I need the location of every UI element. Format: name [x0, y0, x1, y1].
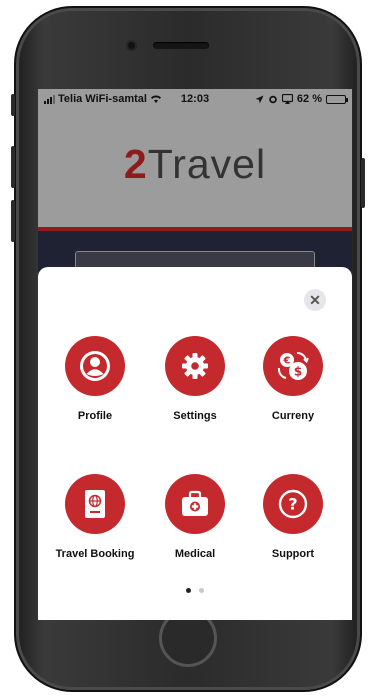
- svg-text:?: ?: [288, 495, 297, 514]
- front-camera: [126, 40, 137, 51]
- question-icon: ?: [263, 474, 323, 534]
- menu-label-settings: Settings: [173, 410, 217, 422]
- gear-icon: [165, 336, 225, 396]
- screen-mirror-icon: [281, 94, 293, 104]
- user-icon: [65, 336, 125, 396]
- page-indicator: [38, 588, 352, 593]
- volume-up-button: [11, 146, 15, 188]
- currency-exchange-icon: € $: [263, 336, 323, 396]
- app-screen: Telia WiFi-samtal 12:03 62 % 2Travel ✕ P…: [38, 89, 352, 620]
- menu-modal: ✕ Profile Settings € $ Curreny Travel Bo…: [38, 267, 352, 620]
- battery-percent: 62 %: [296, 93, 322, 105]
- earpiece-speaker: [153, 42, 209, 49]
- svg-text:€: €: [283, 356, 291, 367]
- page-dot[interactable]: [199, 588, 204, 593]
- close-button[interactable]: ✕: [304, 289, 326, 311]
- battery-icon: [326, 94, 348, 104]
- menu-item-support[interactable]: ? Support: [238, 474, 348, 560]
- menu-label-travel-booking: Travel Booking: [55, 548, 135, 560]
- svg-text:$: $: [294, 365, 302, 379]
- menu-item-settings[interactable]: Settings: [140, 336, 250, 422]
- menu-item-currency[interactable]: € $ Curreny: [238, 336, 348, 422]
- logo-number: 2: [123, 141, 148, 187]
- power-button: [361, 158, 365, 208]
- status-right: 62 %: [255, 93, 348, 105]
- menu-item-travel-booking[interactable]: Travel Booking: [40, 474, 150, 560]
- menu-label-profile: Profile: [77, 410, 113, 422]
- passport-icon: [65, 474, 125, 534]
- mute-switch: [11, 94, 15, 116]
- menu-label-support: Support: [271, 548, 315, 560]
- menu-label-currency: Curreny: [271, 410, 315, 422]
- menu-item-profile[interactable]: Profile: [40, 336, 150, 422]
- logo-text: Travel: [147, 141, 267, 187]
- volume-down-button: [11, 200, 15, 242]
- status-bar: Telia WiFi-samtal 12:03 62 %: [38, 89, 352, 111]
- menu-label-medical: Medical: [174, 548, 216, 560]
- medical-kit-icon: [165, 474, 225, 534]
- location-arrow-icon: [255, 95, 264, 103]
- page-dot[interactable]: [186, 588, 191, 593]
- menu-item-medical[interactable]: Medical: [140, 474, 250, 560]
- app-header: 2Travel: [38, 111, 352, 227]
- alarm-icon: [269, 95, 277, 104]
- app-logo: 2Travel: [38, 141, 352, 188]
